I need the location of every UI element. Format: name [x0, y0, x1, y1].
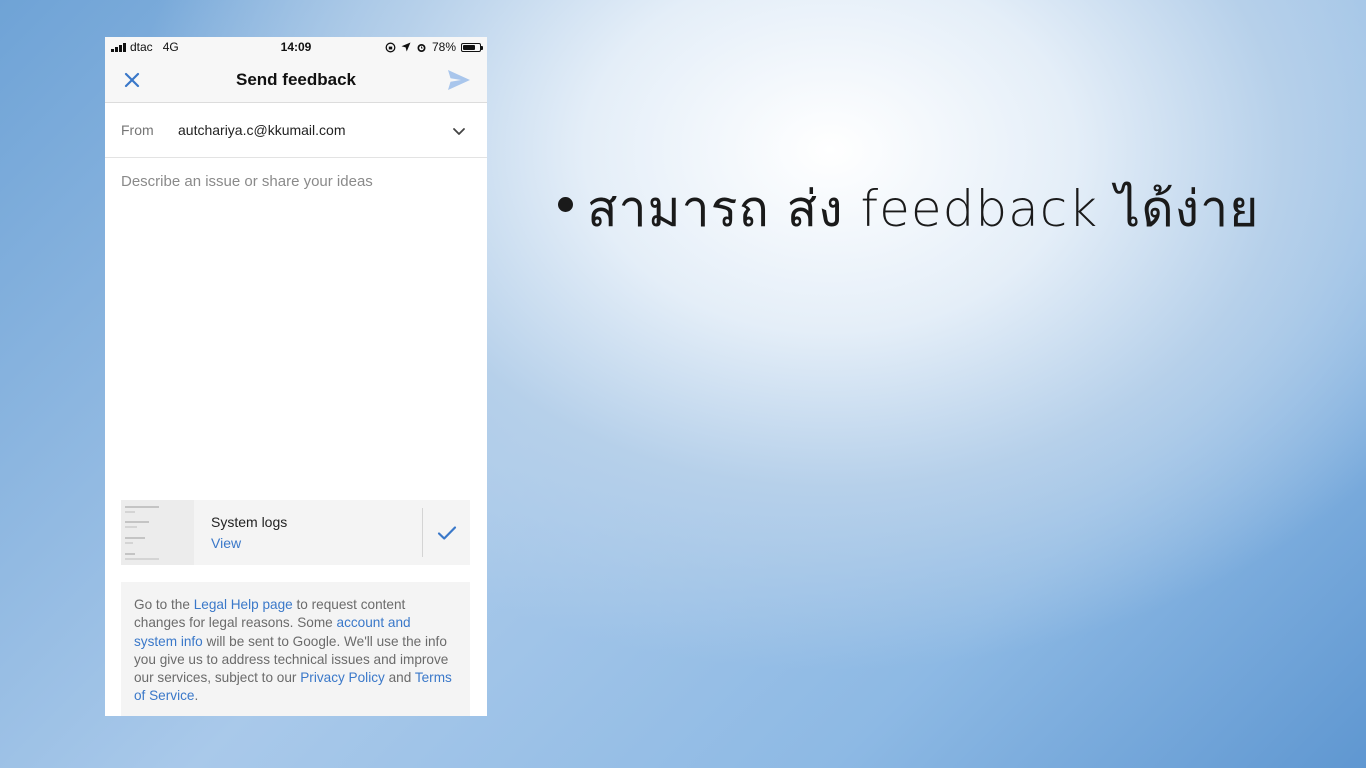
system-logs-thumbnail	[121, 500, 194, 565]
system-logs-card: System logs View	[121, 500, 470, 565]
system-logs-text: System logs View	[194, 500, 422, 565]
legal-help-link[interactable]: Legal Help page	[194, 597, 293, 612]
from-label: From	[121, 122, 154, 138]
legal-notice: Go to the Legal Help page to request con…	[121, 582, 470, 716]
from-row[interactable]: From autchariya.c@kkumail.com	[105, 103, 487, 158]
alarm-icon	[417, 43, 426, 52]
legal-text: and	[384, 670, 415, 686]
checkmark-icon	[437, 525, 456, 540]
battery-icon	[461, 42, 483, 52]
view-logs-link[interactable]: View	[211, 535, 241, 551]
feedback-header: Send feedback	[105, 58, 487, 103]
legal-text: Go to the	[134, 597, 194, 612]
feedback-description-input[interactable]	[121, 173, 471, 493]
location-icon	[401, 42, 411, 52]
system-logs-title: System logs	[211, 514, 288, 530]
legal-text: .	[194, 688, 199, 704]
status-bar: dtac 4G 14:09 78%	[105, 37, 487, 58]
rotation-lock-icon	[385, 42, 396, 52]
status-right: 78%	[385, 40, 483, 54]
chevron-down-icon[interactable]	[451, 123, 467, 139]
page-title: Send feedback	[236, 70, 356, 89]
send-icon[interactable]	[447, 69, 471, 91]
include-logs-checkbox[interactable]	[423, 500, 470, 565]
phone-screenshot: dtac 4G 14:09 78% Send feedback From aut…	[105, 37, 487, 716]
slide-bullet: สามารถ ส่ง feedback ได้ง่าย	[558, 170, 1259, 249]
battery-percent: 78%	[431, 40, 456, 54]
privacy-policy-link[interactable]: Privacy Policy	[300, 670, 385, 685]
slide-bullet-text: สามารถ ส่ง feedback ได้ง่าย	[587, 180, 1260, 238]
bullet-icon	[558, 197, 573, 212]
from-email[interactable]: autchariya.c@kkumail.com	[178, 122, 346, 138]
